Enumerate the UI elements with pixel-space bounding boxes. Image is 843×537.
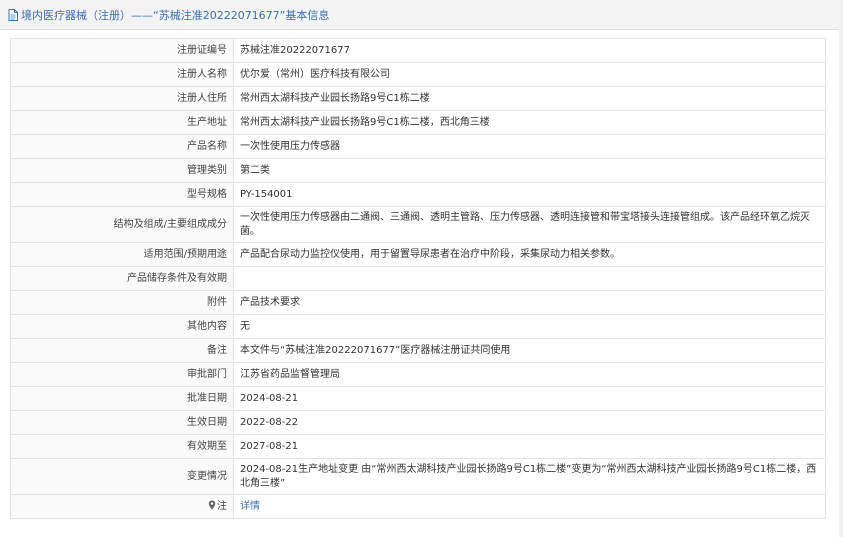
row-label: 批准日期	[10, 386, 234, 411]
row-value: 常州西太湖科技产业园长扬路9号C1栋二楼，西北角三楼	[233, 110, 826, 135]
document-icon	[8, 8, 18, 21]
row-label: 附件	[10, 290, 234, 315]
row-value: 苏械注准20222071677	[233, 38, 826, 63]
note-label-cell: 注	[10, 494, 234, 519]
table-row: 审批部门 江苏省药品监督管理局	[10, 362, 826, 387]
table-row: 注册证编号 苏械注准20222071677	[10, 38, 826, 63]
row-value: 2022-08-22	[233, 410, 826, 435]
row-label: 产品名称	[10, 134, 234, 159]
table-row: 适用范围/预期用途 产品配合尿动力监控仪使用，用于留置导尿患者在治疗中阶段，采集…	[10, 242, 826, 267]
row-value: PY-154001	[233, 182, 826, 207]
row-value	[233, 266, 826, 291]
row-label: 注册人住所	[10, 86, 234, 111]
row-value: 2027-08-21	[233, 434, 826, 459]
row-value: 江苏省药品监督管理局	[233, 362, 826, 387]
row-value: 第二类	[233, 158, 826, 183]
row-value: 一次性使用压力传感器由二通阀、三通阀、透明主管路、压力传感器、透明连接管和带宝塔…	[233, 206, 826, 243]
page-title: 境内医疗器械（注册）——“苏械注准20222071677”基本信息	[21, 8, 330, 22]
row-label: 生效日期	[10, 410, 234, 435]
info-table: 注册证编号 苏械注准20222071677 注册人名称 优尔爱（常州）医疗科技有…	[10, 38, 826, 519]
info-table-container: 注册证编号 苏械注准20222071677 注册人名称 优尔爱（常州）医疗科技有…	[10, 38, 826, 519]
row-label: 型号规格	[10, 182, 234, 207]
table-row: 型号规格 PY-154001	[10, 182, 826, 207]
row-label: 注册证编号	[10, 38, 234, 63]
table-row: 产品名称 一次性使用压力传感器	[10, 134, 826, 159]
row-label: 备注	[10, 338, 234, 363]
row-value: 无	[233, 314, 826, 339]
row-label: 有效期至	[10, 434, 234, 459]
row-label: 其他内容	[10, 314, 234, 339]
row-value: 常州西太湖科技产业园长扬路9号C1栋二楼	[233, 86, 826, 111]
table-row: 管理类别 第二类	[10, 158, 826, 183]
row-label: 注册人名称	[10, 62, 234, 87]
row-value: 优尔爱（常州）医疗科技有限公司	[233, 62, 826, 87]
row-label: 结构及组成/主要组成成分	[10, 206, 234, 243]
row-label: 生产地址	[10, 110, 234, 135]
row-label: 变更情况	[10, 458, 234, 495]
note-value-cell: 详情	[233, 494, 826, 519]
row-value: 一次性使用压力传感器	[233, 134, 826, 159]
table-row: 有效期至 2027-08-21	[10, 434, 826, 459]
table-row: 注册人名称 优尔爱（常州）医疗科技有限公司	[10, 62, 826, 87]
table-row: 变更情况 2024-08-21生产地址变更 由“常州西太湖科技产业园长扬路9号C…	[10, 458, 826, 495]
table-row: 备注 本文件与“苏械注准20222071677”医疗器械注册证共同使用	[10, 338, 826, 363]
page-header: 境内医疗器械（注册）——“苏械注准20222071677”基本信息	[0, 0, 839, 30]
vertical-scrollbar[interactable]	[839, 0, 843, 537]
row-label: 审批部门	[10, 362, 234, 387]
row-label: 产品储存条件及有效期	[10, 266, 234, 291]
table-row: 生产地址 常州西太湖科技产业园长扬路9号C1栋二楼，西北角三楼	[10, 110, 826, 135]
row-value: 产品技术要求	[233, 290, 826, 315]
row-value: 2024-08-21生产地址变更 由“常州西太湖科技产业园长扬路9号C1栋二楼”…	[233, 458, 826, 495]
table-row: 产品储存条件及有效期	[10, 266, 826, 291]
row-value: 产品配合尿动力监控仪使用，用于留置导尿患者在治疗中阶段，采集尿动力相关参数。	[233, 242, 826, 267]
row-value: 本文件与“苏械注准20222071677”医疗器械注册证共同使用	[233, 338, 826, 363]
row-value: 2024-08-21	[233, 386, 826, 411]
note-label: 注	[217, 500, 227, 512]
note-row: 注 详情	[10, 494, 826, 519]
details-link[interactable]: 详情	[240, 501, 260, 512]
table-row: 附件 产品技术要求	[10, 290, 826, 315]
table-row: 结构及组成/主要组成成分 一次性使用压力传感器由二通阀、三通阀、透明主管路、压力…	[10, 206, 826, 243]
table-row: 生效日期 2022-08-22	[10, 410, 826, 435]
table-row: 批准日期 2024-08-21	[10, 386, 826, 411]
row-label: 适用范围/预期用途	[10, 242, 234, 267]
row-label: 管理类别	[10, 158, 234, 183]
table-row: 注册人住所 常州西太湖科技产业园长扬路9号C1栋二楼	[10, 86, 826, 111]
pin-icon	[208, 500, 216, 510]
table-row: 其他内容 无	[10, 314, 826, 339]
